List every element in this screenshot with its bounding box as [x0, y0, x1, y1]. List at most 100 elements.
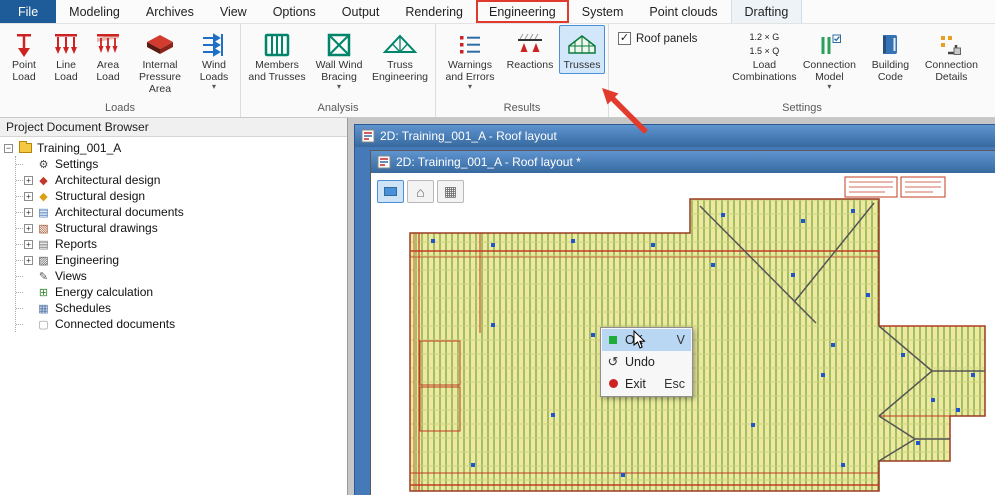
tree-item-structural-design[interactable]: + ◆ Structural design: [16, 188, 345, 204]
menu-modeling[interactable]: Modeling: [56, 0, 133, 23]
connection-model-icon: [816, 29, 842, 60]
engineering-icon: ▨: [36, 254, 51, 267]
button-label: Trusses: [564, 60, 601, 72]
menu-output[interactable]: Output: [329, 0, 393, 23]
connection-model-button[interactable]: Connection Model ▾: [797, 25, 861, 91]
annotation-arrow-icon: [596, 84, 660, 142]
wall-wind-bracing-icon: [326, 29, 352, 60]
tree-item-energy-calculation[interactable]: ⊞ Energy calculation: [16, 284, 345, 300]
context-item-shortcut: V: [677, 333, 685, 347]
menu-bar: File Modeling Archives View Options Outp…: [0, 0, 995, 24]
ribbon-group-label-analysis: Analysis: [244, 101, 432, 117]
load-combinations-button[interactable]: 1.2 × G 1.5 × Q Load Combinations: [731, 25, 797, 86]
window-title: 2D: Training_001_A - Roof layout: [380, 129, 557, 143]
menu-file[interactable]: File: [0, 0, 56, 23]
ribbon: Point Load Line Load Area Load: [0, 24, 995, 118]
reactions-button[interactable]: Reactions: [501, 25, 559, 74]
plan-view-button[interactable]: [377, 180, 404, 203]
warnings-and-errors-button[interactable]: Warnings and Errors ▾: [439, 25, 501, 91]
background-window-titlebar[interactable]: 2D: Training_001_A - Roof layout: [355, 125, 995, 147]
point-load-button[interactable]: Point Load: [3, 25, 45, 86]
roof-layout-window-titlebar[interactable]: 2D: Training_001_A - Roof layout *: [371, 151, 995, 173]
ribbon-group-label-loads: Loads: [3, 101, 237, 117]
connection-details-button[interactable]: Connection Details: [919, 25, 983, 86]
tree-item-schedules[interactable]: ▦ Schedules: [16, 300, 345, 316]
tree-item-label: Settings: [55, 157, 98, 171]
button-label: Point Load: [5, 60, 43, 84]
tree-item-reports[interactable]: + ▤ Reports: [16, 236, 345, 252]
tree-item-label: Structural design: [55, 189, 145, 203]
window-icon: [361, 129, 375, 143]
drawing-icon: ▧: [36, 222, 51, 235]
document-icon: ▤: [36, 206, 51, 219]
line-load-button[interactable]: Line Load: [45, 25, 87, 86]
menu-rendering[interactable]: Rendering: [392, 0, 476, 23]
trusses-icon: [567, 29, 597, 60]
design-diamond-icon: ◆: [36, 190, 51, 203]
wind-loads-icon: [201, 29, 227, 60]
roof-layout-window[interactable]: 2D: Training_001_A - Roof layout *: [370, 150, 995, 495]
context-item-label: Exit: [625, 377, 658, 391]
trusses-button[interactable]: Trusses: [559, 25, 605, 74]
wall-wind-bracing-button[interactable]: Wall Wind Bracing ▾: [310, 25, 368, 91]
tree-item-views[interactable]: ✎ Views: [16, 268, 345, 284]
tree-item-settings[interactable]: ⚙ Settings: [16, 156, 345, 172]
tree-item-label: Connected documents: [55, 317, 175, 331]
model-view-button[interactable]: ⌂: [407, 180, 434, 203]
truss-engineering-button[interactable]: Truss Engineering: [368, 25, 432, 86]
expand-icon[interactable]: +: [24, 256, 33, 265]
menu-options[interactable]: Options: [260, 0, 329, 23]
load-combinations-icon: 1.2 × G 1.5 × Q: [749, 29, 779, 60]
report-icon: ▤: [36, 238, 51, 251]
context-menu-item-undo[interactable]: ↺ Undo: [602, 351, 691, 373]
area-load-button[interactable]: Area Load: [87, 25, 129, 86]
tree-item-architectural-documents[interactable]: + ▤ Architectural documents: [16, 204, 345, 220]
design-diamond-icon: ◆: [36, 174, 51, 187]
roof-panels-checkbox[interactable]: ✓ Roof panels: [618, 32, 697, 45]
tree-item-label: Schedules: [55, 301, 111, 315]
context-menu-item-exit[interactable]: Exit Esc: [602, 373, 691, 395]
point-load-icon: [12, 29, 36, 60]
expand-icon[interactable]: +: [24, 176, 33, 185]
window-icon: [377, 155, 391, 169]
expand-icon[interactable]: +: [24, 208, 33, 217]
menu-system[interactable]: System: [569, 0, 637, 23]
tree-item-connected-documents[interactable]: ▢ Connected documents: [16, 316, 345, 332]
collapse-icon[interactable]: −: [4, 144, 13, 153]
building-code-button[interactable]: Building Code: [861, 25, 919, 86]
button-label: Load Combinations: [732, 60, 796, 84]
tree-item-label: Reports: [55, 237, 97, 251]
exit-icon: [607, 377, 619, 391]
ribbon-group-loads: Point Load Line Load Area Load: [0, 24, 241, 117]
expand-icon[interactable]: +: [24, 240, 33, 249]
menu-drafting[interactable]: Drafting: [731, 0, 803, 23]
reactions-icon: [516, 29, 544, 60]
expand-icon[interactable]: +: [24, 192, 33, 201]
tree-item-architectural-design[interactable]: + ◆ Architectural design: [16, 172, 345, 188]
members-and-trusses-button[interactable]: Members and Trusses: [244, 25, 310, 86]
tree-item-engineering[interactable]: + ▨ Engineering: [16, 252, 345, 268]
ribbon-group-results: Warnings and Errors ▾ Reactions Trusses …: [436, 24, 609, 117]
menu-point-clouds[interactable]: Point clouds: [636, 0, 730, 23]
tree-item-structural-drawings[interactable]: + ▧ Structural drawings: [16, 220, 345, 236]
views-icon: ✎: [36, 270, 51, 283]
drawing-title-block: [845, 177, 945, 197]
mdi-workspace: 2D: Training_001_A - Roof layout 2D: Tra…: [348, 118, 995, 495]
button-label: Wall Wind Bracing: [312, 60, 366, 84]
view-toolbar: ⌂ ▦: [377, 180, 464, 203]
document-tree: − Training_001_A ⚙ Settings + ◆ Architec…: [0, 137, 347, 332]
internal-pressure-area-button[interactable]: Internal Pressure Area: [129, 25, 191, 97]
tree-root-training-001-a[interactable]: − Training_001_A: [4, 140, 345, 156]
menu-engineering[interactable]: Engineering: [476, 0, 569, 23]
expand-icon[interactable]: +: [24, 224, 33, 233]
building-code-icon: [877, 29, 903, 60]
layout-grid-button[interactable]: ▦: [437, 180, 464, 203]
wind-loads-button[interactable]: Wind Loads ▾: [191, 25, 237, 91]
page-icon: ▢: [36, 318, 51, 331]
menu-view[interactable]: View: [207, 0, 260, 23]
context-item-shortcut: Esc: [664, 377, 685, 391]
button-label: Truss Engineering: [370, 60, 430, 84]
menu-archives[interactable]: Archives: [133, 0, 207, 23]
ribbon-group-label-results: Results: [439, 101, 605, 117]
members-and-trusses-icon: [263, 29, 291, 60]
